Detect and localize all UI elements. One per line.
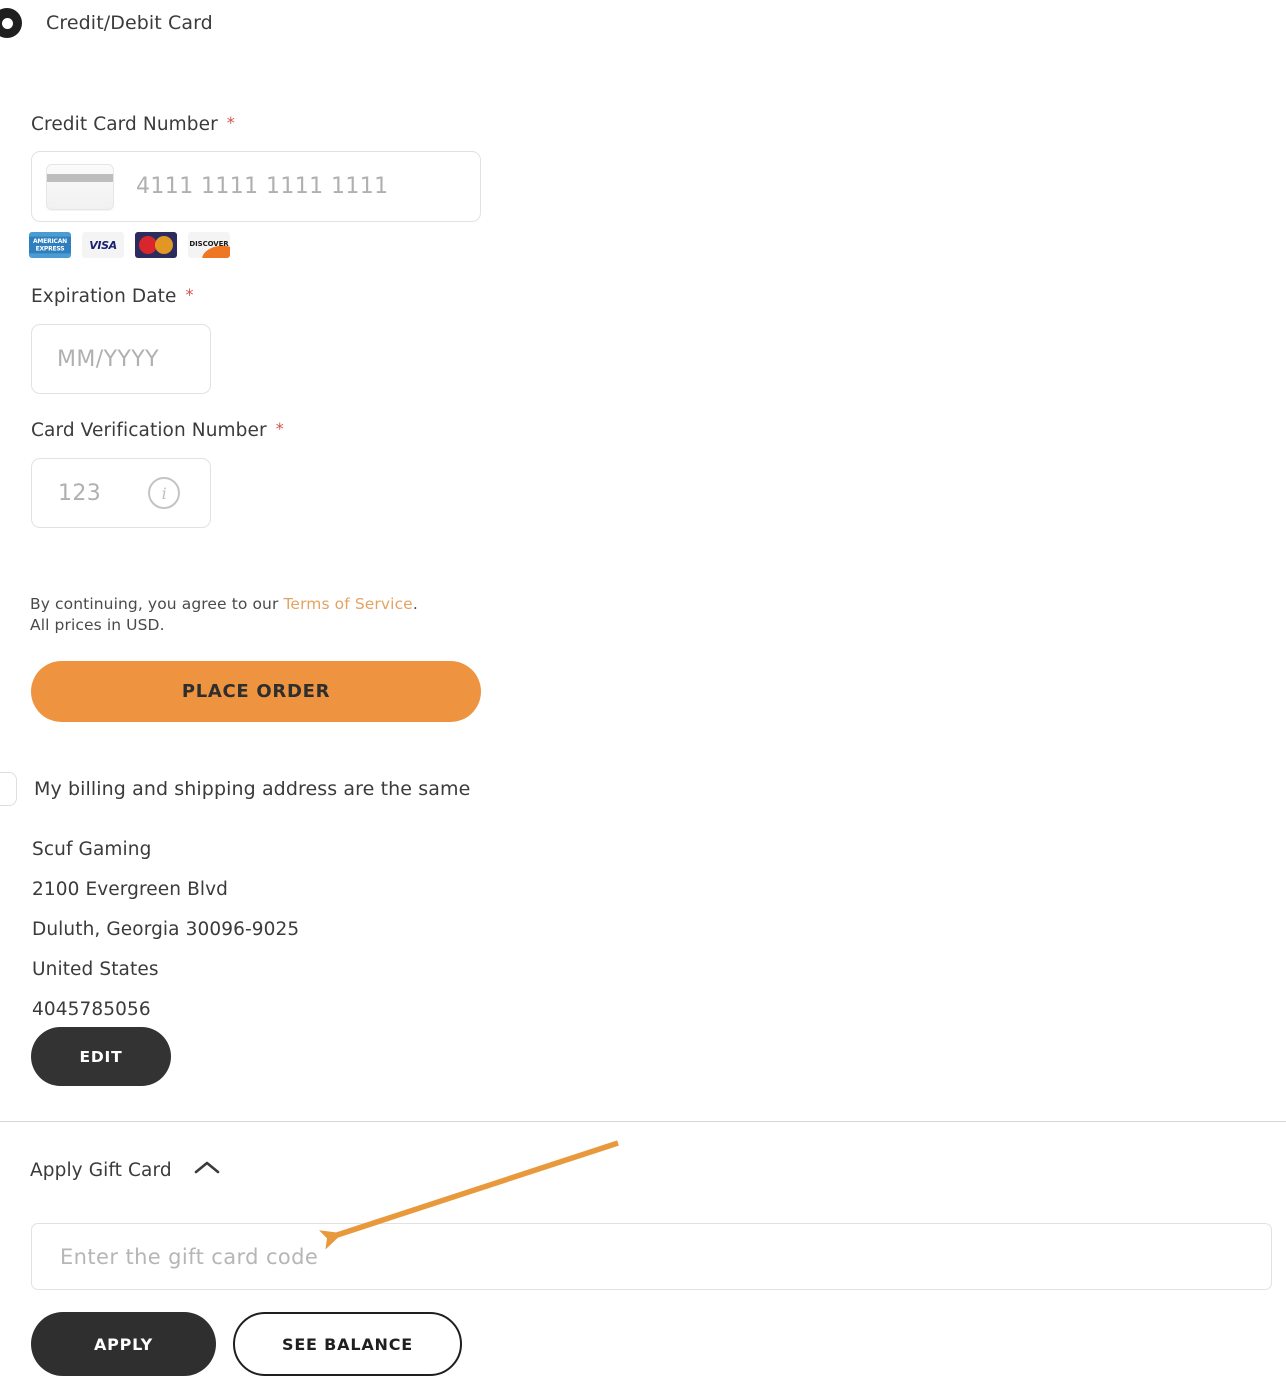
address-line: Scuf Gaming — [32, 830, 299, 870]
credit-card-number-input[interactable]: 4111 1111 1111 1111 — [31, 151, 481, 222]
mastercard-icon — [135, 232, 177, 258]
card-verification-number-input[interactable]: 123 i — [31, 458, 211, 528]
required-asterisk: * — [276, 419, 284, 438]
apply-gift-card-label: Apply Gift Card — [30, 1160, 172, 1181]
visa-icon-text: VISA — [89, 239, 116, 252]
checkout-payment-panel: Credit/Debit Card Credit Card Number * 41… — [0, 0, 1286, 1388]
radio-selected-icon[interactable] — [0, 8, 22, 38]
address-line: Duluth, Georgia 30096-9025 — [32, 910, 299, 950]
chevron-up-icon[interactable] — [192, 1159, 222, 1181]
apply-gift-card-button[interactable]: APPLY — [31, 1312, 216, 1376]
expiration-date-label: Expiration Date * — [31, 285, 194, 307]
credit-card-number-label: Credit Card Number * — [31, 113, 235, 135]
visa-icon: VISA — [82, 232, 124, 258]
card-verification-number-label-text: Card Verification Number — [31, 420, 267, 441]
card-verification-number-label: Card Verification Number * — [31, 419, 284, 441]
see-balance-button[interactable]: SEE BALANCE — [233, 1312, 462, 1376]
gift-card-code-input[interactable]: Enter the gift card code — [31, 1223, 1272, 1290]
generic-card-icon — [46, 164, 114, 210]
terms-text: By continuing, you agree to our Terms of… — [30, 594, 418, 636]
place-order-button[interactable]: PLACE ORDER — [31, 661, 481, 722]
radio-inner-dot — [2, 18, 13, 29]
amex-icon-text: AMERICAN EXPRESS — [29, 237, 71, 254]
credit-card-number-placeholder: 4111 1111 1111 1111 — [136, 174, 389, 199]
billing-same-checkbox[interactable] — [0, 772, 17, 806]
amex-icon: AMERICAN EXPRESS — [29, 232, 71, 258]
edit-address-button[interactable]: EDIT — [31, 1027, 171, 1086]
terms-period: . — [413, 595, 418, 613]
terms-of-service-link[interactable]: Terms of Service — [284, 595, 413, 613]
payment-method-option-credit-debit[interactable]: Credit/Debit Card — [0, 8, 213, 38]
cvv-placeholder: 123 — [58, 481, 101, 506]
address-line: 2100 Evergreen Blvd — [32, 870, 299, 910]
address-line: United States — [32, 950, 299, 990]
mastercard-right-circle — [155, 236, 173, 254]
section-divider — [0, 1121, 1286, 1122]
expiration-date-input[interactable]: MM/YYYY — [31, 324, 211, 394]
accepted-card-brands: AMERICAN EXPRESS VISA DISCOVER — [29, 232, 230, 258]
terms-prefix: By continuing, you agree to our — [30, 595, 284, 613]
info-circle-icon[interactable]: i — [148, 477, 180, 509]
expiration-date-label-text: Expiration Date — [31, 286, 177, 307]
discover-icon-text: DISCOVER — [189, 240, 228, 248]
info-icon-glyph: i — [162, 484, 167, 503]
billing-same-as-shipping-row[interactable]: My billing and shipping address are the … — [0, 772, 470, 806]
discover-icon: DISCOVER — [188, 232, 230, 258]
address-line: 4045785056 — [32, 990, 299, 1030]
expiration-date-placeholder: MM/YYYY — [57, 347, 159, 372]
payment-method-label: Credit/Debit Card — [46, 12, 213, 34]
apply-gift-card-header[interactable]: Apply Gift Card — [30, 1159, 222, 1181]
billing-same-checkbox-label: My billing and shipping address are the … — [34, 778, 470, 800]
gift-card-code-placeholder: Enter the gift card code — [60, 1245, 318, 1269]
required-asterisk: * — [186, 285, 194, 304]
billing-address-block: Scuf Gaming 2100 Evergreen Blvd Duluth, … — [32, 830, 299, 1030]
currency-note: All prices in USD. — [30, 616, 165, 634]
credit-card-number-label-text: Credit Card Number — [31, 114, 218, 135]
required-asterisk: * — [227, 113, 235, 132]
